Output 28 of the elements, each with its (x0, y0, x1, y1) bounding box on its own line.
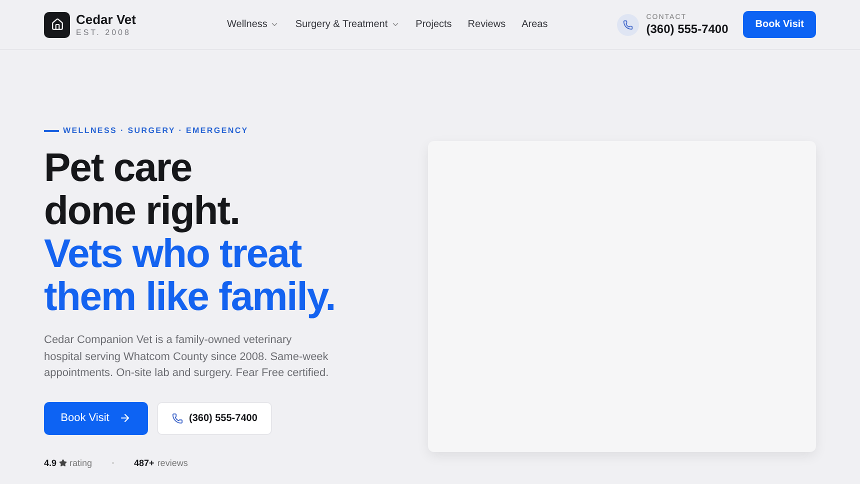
headline-line: done right. (44, 190, 240, 233)
nav-link[interactable]: Surgery & Treatment (295, 17, 400, 32)
brand-tagline: EST. 2008 (76, 28, 132, 36)
call-button[interactable]: (360) 555-7400 (158, 402, 272, 434)
hero-description: Cedar Companion Vet is a family-owned veterinary hospital serving Whatcom County since 2008. Same-week appointments. On-site lab and surgery. Fear Free certified. (44, 333, 330, 381)
star-icon (58, 459, 67, 468)
book-visit-button[interactable]: Book Visit (743, 11, 816, 38)
phone-icon (617, 14, 640, 36)
stat-label: reviews (157, 456, 188, 470)
book-visit-button[interactable]: Book Visit (44, 402, 148, 434)
logo-icon (44, 12, 70, 38)
chevron-icon (390, 20, 400, 29)
contact-phone: (360) 555-7400 (646, 23, 728, 35)
nav-link[interactable]: Wellness (227, 17, 280, 32)
nav-link[interactable]: Projects (416, 17, 452, 32)
stat-value: 4.9 (44, 456, 57, 470)
nav-link[interactable]: Reviews (468, 17, 506, 32)
stat-label: rating (70, 456, 92, 470)
brand-name: Cedar Vet (76, 12, 136, 26)
stat-value: 487+ (134, 456, 154, 470)
arrow-icon (119, 412, 132, 424)
headline-line: them like family. (44, 276, 336, 319)
headline-line: Pet care (44, 147, 192, 190)
eyebrow-text: WELLNESS · SURGERY · EMERGENCY (63, 125, 248, 137)
nav-link[interactable]: Areas (522, 17, 548, 32)
headline-line: Vets who treat (44, 233, 302, 276)
phone-icon (172, 412, 183, 424)
chevron-icon (270, 20, 280, 29)
